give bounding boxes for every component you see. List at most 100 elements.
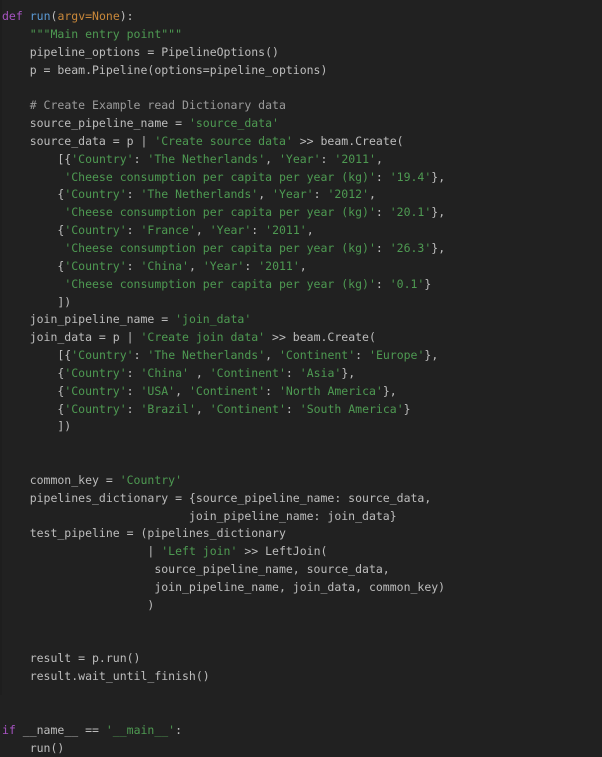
code-token-pln: >> LeftJoin( — [237, 544, 328, 559]
code-token-str: 'The Netherlands' — [147, 151, 266, 166]
code-token-str: 'Cheese consumption per capita per year … — [64, 276, 376, 291]
code-token-pln: , — [299, 258, 307, 273]
code-line: {'Country': 'The Netherlands', 'Year': '… — [2, 186, 602, 204]
code-line: join_pipeline_name = 'join_data' — [2, 311, 602, 329]
code-token-str: 'Country' — [71, 348, 134, 363]
code-token-pln: : — [126, 383, 141, 398]
code-token-pln: result = p.run() — [2, 651, 141, 666]
code-token-pln: { — [2, 223, 65, 238]
code-token-pln: { — [2, 383, 65, 398]
code-line: ]) — [2, 418, 602, 436]
code-token-pln: , — [258, 187, 273, 202]
code-line: 'Cheese consumption per capita per year … — [2, 169, 602, 187]
code-line: 'Cheese consumption per capita per year … — [2, 276, 602, 294]
code-token-pln: ]) — [2, 294, 72, 309]
code-token-pln: : — [375, 276, 390, 291]
code-token-str: 'Country' — [64, 223, 127, 238]
code-line: run() — [2, 740, 602, 757]
code-token-str: 'Cheese consumption per capita per year … — [64, 169, 376, 184]
code-token-str: '2011' — [265, 223, 307, 238]
code-token-pln: source_pipeline_name = — [2, 116, 189, 131]
code-token-pln: , — [195, 223, 210, 238]
code-line: result.wait_until_finish() — [2, 668, 602, 686]
code-token-fn: run — [29, 9, 51, 23]
code-token-str: 'Cheese consumption per capita per year … — [64, 240, 376, 255]
code-line: ​ — [2, 633, 602, 651]
code-token-str: 'Asia' — [299, 365, 342, 380]
code-line: {'Country': 'China', 'Year': '2011', — [2, 258, 602, 276]
code-token-pln: }, — [382, 383, 397, 398]
code-token-str: 'South America' — [299, 401, 404, 416]
code-token-pln: source_data = p | — [2, 133, 155, 148]
code-token-pln: : — [375, 169, 390, 184]
code-token-str: 'Country' — [64, 365, 127, 380]
code-token-pln: test_pipeline = (pipelines_dictionary — [2, 526, 286, 541]
code-token-com: # Create Example read Dictionary data — [29, 98, 286, 113]
code-token-pln: , — [188, 258, 203, 273]
code-token-pln: : — [251, 223, 266, 238]
code-token-pln: result.wait_until_finish() — [2, 669, 210, 684]
code-token-str: 'Continent' — [188, 383, 266, 398]
source-code-block[interactable]: def run(argv=None): """Main entry point"… — [0, 8, 602, 757]
code-token-str: 'Country' — [64, 187, 127, 202]
code-token-pln: ): — [119, 9, 134, 23]
code-line: ​ — [2, 454, 602, 472]
code-token-doc: """Main entry point""" — [29, 26, 183, 41]
code-token-str: 'Year' — [272, 187, 314, 202]
code-token-pln: >> beam.Create( — [292, 133, 404, 148]
code-line: [{'Country': 'The Netherlands', 'Year': … — [2, 151, 602, 169]
code-token-pln: : — [355, 348, 370, 363]
code-line: {'Country': 'China' , 'Continent': 'Asia… — [2, 365, 602, 383]
code-token-str: 'Continent' — [209, 365, 286, 380]
code-line: ​ — [2, 615, 602, 633]
code-token-pln: : — [285, 365, 300, 380]
code-line: def run(argv=None): — [2, 8, 602, 26]
code-line: {'Country': 'USA', 'Continent': 'North A… — [2, 383, 602, 401]
code-token-pln: }, — [431, 169, 446, 184]
code-token-pln — [2, 98, 30, 112]
code-token-pln: } — [424, 276, 432, 291]
code-token-str: '2011' — [258, 258, 300, 273]
code-token-pln: : — [126, 258, 141, 273]
code-token-str: 'Country' — [119, 472, 183, 487]
code-line: test_pipeline = (pipelines_dictionary — [2, 525, 602, 543]
code-token-str: 'Country' — [64, 383, 127, 398]
code-token-pln: >> beam.Create( — [265, 330, 376, 345]
code-token-pln: { — [2, 365, 65, 380]
code-token-pln: p = beam.Pipeline(options=pipeline_optio… — [2, 62, 328, 77]
code-token-str: 'USA' — [140, 383, 176, 398]
code-token-pln — [2, 241, 64, 255]
code-editor[interactable]: def run(argv=None): """Main entry point"… — [0, 0, 602, 755]
code-token-pln: { — [2, 187, 65, 202]
code-token-str: 'Year' — [278, 151, 321, 166]
code-token-str: 'Continent' — [278, 348, 356, 363]
code-line: source_data = p | 'Create source data' >… — [2, 133, 602, 151]
code-token-pln: }, — [431, 205, 446, 220]
code-token-str: '19.4' — [389, 169, 432, 184]
code-token-pln: ) — [2, 597, 155, 612]
code-token-str: '0.1' — [389, 276, 425, 291]
code-token-str: '2011' — [334, 151, 376, 166]
code-token-pln: : — [313, 187, 328, 202]
code-token-pln: , — [175, 383, 189, 398]
code-token-pln: , — [188, 365, 210, 380]
code-token-kw: if — [2, 722, 16, 737]
code-token-pln: join_pipeline_name, join_data, common_ke… — [2, 580, 446, 594]
code-line: 'Cheese consumption per capita per year … — [2, 240, 602, 258]
code-token-kw: def — [2, 9, 23, 23]
code-token-str: 'The Netherlands' — [140, 187, 259, 202]
code-token-pln: : — [265, 383, 279, 398]
code-line: source_pipeline_name = 'source_data' — [2, 115, 602, 133]
code-token-str: 'North America' — [279, 383, 383, 398]
code-token-str: 'France' — [140, 223, 196, 238]
code-line: join_data = p | 'Create join data' >> be… — [2, 329, 602, 347]
code-token-pln: run() — [2, 740, 65, 755]
code-token-pln: , — [369, 187, 376, 202]
code-token-str: '2012' — [327, 187, 369, 202]
code-token-str: '26.3' — [389, 240, 432, 255]
code-token-pln: , — [265, 348, 279, 363]
code-token-pln: }, — [341, 365, 356, 380]
code-token-par: argv=None — [57, 9, 120, 23]
code-token-str: 'Continent' — [209, 401, 286, 416]
code-token-pln: | — [2, 544, 162, 559]
